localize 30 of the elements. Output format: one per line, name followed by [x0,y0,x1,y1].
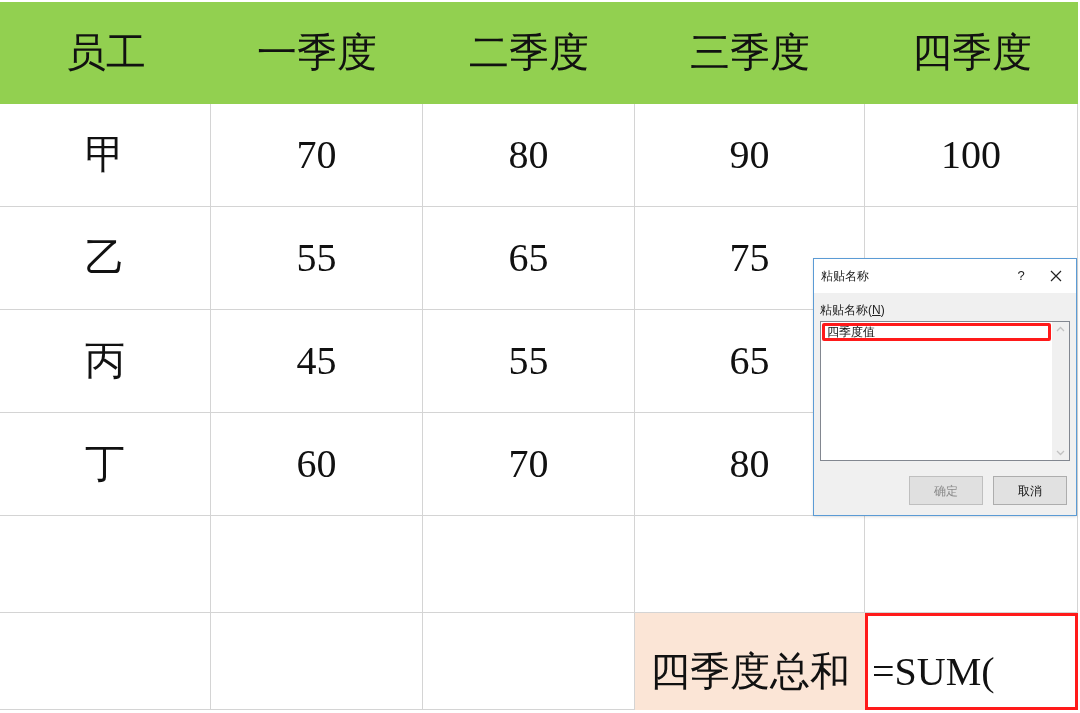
table-cell: 65 [423,207,635,310]
dialog-button[interactable]: 取消 [993,476,1067,505]
table-cell: 55 [211,207,423,310]
close-icon [1050,270,1062,282]
table-cell: 60 [211,413,423,516]
table-cell: 80 [423,104,635,207]
column-header: 一季度 [211,2,423,104]
scrollbar[interactable] [1052,322,1069,460]
list-item[interactable]: 四季度值 [822,323,1051,341]
table-cell: 55 [423,310,635,413]
table-cell: 乙 [0,207,211,310]
column-header: 二季度 [423,2,635,104]
table-cell: 70 [423,413,635,516]
names-list[interactable]: 四季度值 [820,321,1070,461]
formula-cell[interactable]: =SUM( [865,613,1078,710]
summary-label-cell: 四季度总和 [635,613,865,710]
chevron-down-icon[interactable] [1056,450,1065,456]
column-header: 四季度 [865,2,1078,104]
table-cell: 70 [211,104,423,207]
table-cell: 100 [865,104,1078,207]
table-cell: 丙 [0,310,211,413]
table-cell: 甲 [0,104,211,207]
table-cell: 丁 [0,413,211,516]
table-cell: 45 [211,310,423,413]
chevron-up-icon[interactable] [1056,326,1065,332]
column-header: 员工 [0,2,211,104]
column-header: 三季度 [635,2,865,104]
dialog-title: 粘贴名称 [821,268,869,285]
help-button[interactable]: ? [1006,261,1036,291]
table-cell: 90 [635,104,865,207]
